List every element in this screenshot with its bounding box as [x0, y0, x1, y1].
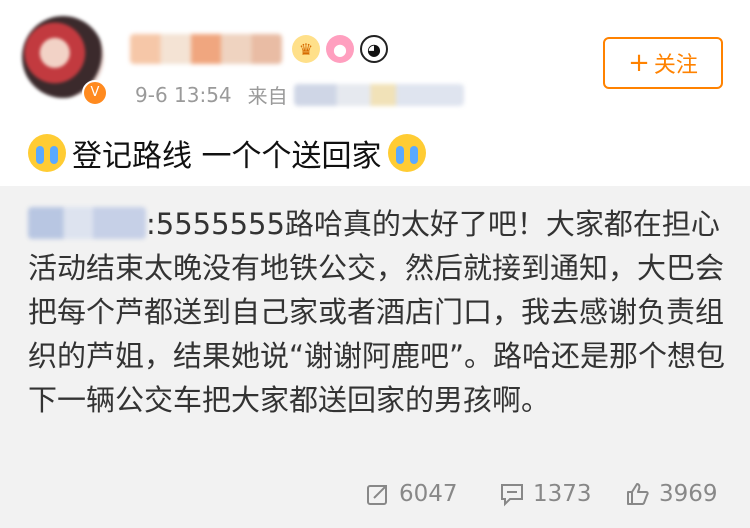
- source-prefix: 来自: [247, 84, 288, 108]
- user-badges: ♛ ● ◕: [292, 34, 388, 64]
- post-source[interactable]: ••••••: [293, 83, 464, 106]
- crying-emoji-icon: [387, 134, 426, 172]
- repost-action[interactable]: 6047: [365, 474, 458, 514]
- comment-icon: [501, 484, 523, 507]
- plus-icon: +: [628, 48, 650, 78]
- repost-icon: [367, 485, 387, 505]
- repost-body: •••••:5555555路哈真的太好了吧！大家都在担心活动结束太晚没有地铁公交…: [28, 202, 728, 422]
- thumbs-up-icon: [627, 483, 649, 505]
- post-meta: 9-6 13:54 来自 ••••••: [135, 80, 464, 109]
- follow-button[interactable]: + 关注: [603, 37, 723, 89]
- like-count: 3969: [659, 481, 718, 507]
- post-text: 登记路线 一个个送回家: [28, 128, 426, 178]
- crown-badge-icon[interactable]: ♛: [292, 35, 320, 63]
- comment-action[interactable]: 1373: [499, 474, 592, 514]
- reposted-content[interactable]: •••••:5555555路哈真的太好了吧！大家都在担心活动结束太晚没有地铁公交…: [0, 186, 750, 528]
- post-header: V •••••••• ♛ ● ◕ 9-6 13:54 来自 •••••• + 关…: [0, 0, 750, 118]
- donut-badge-icon[interactable]: ●: [326, 35, 354, 63]
- comment-count: 1373: [533, 481, 592, 507]
- origin-username[interactable]: •••••: [28, 207, 146, 239]
- panda-badge-icon[interactable]: ◕: [360, 35, 388, 63]
- like-action[interactable]: 3969: [625, 474, 718, 514]
- post-text-content: 登记路线 一个个送回家: [72, 139, 382, 174]
- follow-label: 关注: [653, 53, 698, 78]
- post-time: 9-6 13:54: [135, 82, 232, 107]
- crying-emoji-icon: [28, 134, 66, 172]
- username[interactable]: ••••••••: [130, 34, 282, 64]
- verified-badge-icon: V: [82, 80, 108, 106]
- repost-count: 6047: [399, 481, 458, 507]
